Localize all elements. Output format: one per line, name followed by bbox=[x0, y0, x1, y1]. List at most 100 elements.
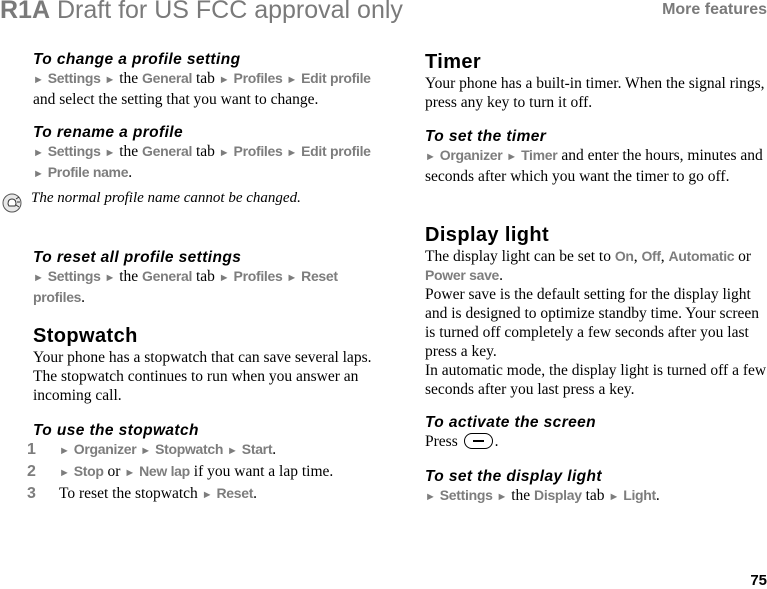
change-profile-heading: To change a profile setting bbox=[33, 51, 241, 68]
arrow-icon: ► bbox=[33, 74, 44, 86]
text-or: or bbox=[738, 248, 752, 265]
arrow-icon: ► bbox=[608, 491, 620, 503]
nav-light: Light bbox=[623, 487, 656, 503]
reset-profiles-instructions-2: profiles. bbox=[33, 288, 338, 307]
arrow-icon: ► bbox=[496, 491, 508, 503]
timer-body: Your phone has a built-in timer. When th… bbox=[425, 75, 765, 111]
display-light-p2: Power save is the default setting for th… bbox=[425, 286, 760, 360]
reset-profiles-section: To reset all profile settings ► Settings… bbox=[33, 248, 338, 307]
nav-organizer: Organizer bbox=[439, 147, 503, 163]
section-title: More features bbox=[662, 1, 767, 18]
display-light-p3: In automatic mode, the display light is … bbox=[425, 362, 767, 398]
nav-reset: Reset bbox=[301, 268, 338, 284]
arrow-icon: ► bbox=[104, 272, 116, 284]
nav-settings: Settings bbox=[47, 70, 101, 86]
period: . bbox=[655, 487, 660, 504]
text-the: the bbox=[119, 268, 139, 285]
arrow-icon: ► bbox=[218, 74, 230, 86]
step-2: 2 ► Stop or ► New lap if you want a lap … bbox=[27, 462, 334, 483]
set-display-light-section: To set the display light ► Settings ► th… bbox=[425, 467, 660, 507]
text-or: or bbox=[107, 463, 121, 480]
text-the: the bbox=[119, 70, 139, 87]
nav-reset: Reset bbox=[216, 485, 254, 501]
rename-profile-section: To rename a profile ► Settings ► the Gen… bbox=[33, 123, 371, 184]
header-draft-title: R1A Draft for US FCC approval only bbox=[0, 0, 403, 25]
period: . bbox=[494, 433, 499, 450]
rename-profile-instructions: ► Settings ► the General tab ► Profiles … bbox=[33, 142, 371, 163]
nav-general: General bbox=[142, 143, 193, 159]
arrow-icon: ► bbox=[104, 74, 116, 86]
nav-start: Start bbox=[241, 441, 273, 457]
timer-heading: Timer bbox=[425, 51, 482, 73]
display-light-intro: The display light can be set to On, Off,… bbox=[425, 248, 752, 284]
intro-text: The display light can be set to bbox=[425, 248, 611, 265]
period: . bbox=[128, 164, 133, 181]
text-tab: tab bbox=[195, 70, 215, 87]
nav-organizer: Organizer bbox=[73, 441, 137, 457]
arrow-icon: ► bbox=[286, 272, 298, 284]
display-light-section: Display light The display light can be s… bbox=[425, 223, 767, 399]
arrow-icon: ► bbox=[33, 147, 44, 159]
rename-profile-heading: To rename a profile bbox=[33, 124, 184, 141]
nav-profiles: Profiles bbox=[233, 268, 283, 284]
arrow-icon: ► bbox=[140, 445, 152, 457]
set-display-light-heading: To set the display light bbox=[425, 468, 602, 485]
activate-screen-section: To activate the screen Press . bbox=[425, 413, 596, 451]
arrow-icon: ► bbox=[59, 445, 70, 457]
option-on: On bbox=[614, 248, 634, 264]
text-tab: tab bbox=[195, 143, 215, 160]
change-profile-instructions: ► Settings ► the General tab ► Profiles … bbox=[33, 69, 371, 90]
arrow-icon: ► bbox=[201, 489, 213, 501]
period: . bbox=[253, 485, 257, 502]
arrow-icon: ► bbox=[124, 467, 136, 479]
arrow-icon: ► bbox=[425, 491, 436, 503]
set-display-light-instructions: ► Settings ► the Display tab ► Light. bbox=[425, 486, 660, 507]
text-tab: tab bbox=[585, 487, 605, 504]
stopwatch-section: Stopwatch Your phone has a stopwatch tha… bbox=[33, 324, 378, 405]
set-timer-instructions: ► Organizer ► Timer and enter the hours,… bbox=[425, 146, 767, 186]
arrow-icon: ► bbox=[59, 467, 70, 479]
period: . bbox=[81, 289, 86, 306]
nav-profiles: Profiles bbox=[233, 143, 283, 159]
arrow-icon: ► bbox=[33, 168, 44, 180]
text-press: Press bbox=[425, 433, 458, 450]
arrow-icon: ► bbox=[286, 147, 298, 159]
nav-new-lap: New lap bbox=[139, 463, 190, 479]
nav-stop: Stop bbox=[73, 463, 104, 479]
arrow-icon: ► bbox=[218, 147, 230, 159]
reset-profiles-instructions: ► Settings ► the General tab ► Profiles … bbox=[33, 267, 338, 288]
reset-profiles-heading: To reset all profile settings bbox=[33, 249, 242, 266]
arrow-icon: ► bbox=[286, 74, 298, 86]
nav-settings: Settings bbox=[47, 143, 101, 159]
step-prefix: To reset the stopwatch bbox=[59, 485, 198, 502]
step-3: 3 To reset the stopwatch ► Reset. bbox=[27, 484, 333, 505]
activate-screen-instructions: Press . bbox=[425, 432, 596, 451]
arrow-icon: ► bbox=[218, 272, 230, 284]
nav-profiles: Profiles bbox=[233, 70, 283, 86]
set-timer-heading: To set the timer bbox=[425, 128, 547, 145]
option-automatic: Automatic bbox=[668, 248, 735, 264]
page-number: 75 bbox=[750, 572, 767, 589]
option-power-save: Power save bbox=[425, 267, 500, 283]
note-text: The normal profile name cannot be change… bbox=[31, 190, 301, 206]
nav-profile-name: Profile name bbox=[47, 164, 129, 180]
text-tab: tab bbox=[195, 268, 215, 285]
timer-section: Timer Your phone has a built-in timer. W… bbox=[425, 50, 767, 112]
activate-screen-heading: To activate the screen bbox=[425, 414, 597, 431]
text-the: the bbox=[511, 487, 531, 504]
text-the: the bbox=[119, 143, 139, 160]
step-number: 1 bbox=[27, 441, 36, 458]
draft-text: Draft for US FCC approval only bbox=[50, 0, 403, 24]
display-light-heading: Display light bbox=[425, 224, 550, 246]
arrow-icon: ► bbox=[33, 272, 44, 284]
nav-edit-profile: Edit profile bbox=[301, 143, 371, 159]
nav-timer: Timer bbox=[521, 147, 558, 163]
arrow-icon: ► bbox=[104, 147, 116, 159]
option-off: Off bbox=[641, 248, 661, 264]
minus-key-icon bbox=[463, 433, 493, 449]
nav-general: General bbox=[142, 268, 193, 284]
stopwatch-heading: Stopwatch bbox=[33, 325, 138, 347]
step-tail: if you want a lap time. bbox=[193, 463, 334, 480]
use-stopwatch-section: To use the stopwatch 1 ► Organizer ► Sto… bbox=[27, 421, 334, 505]
use-stopwatch-heading: To use the stopwatch bbox=[33, 422, 199, 439]
